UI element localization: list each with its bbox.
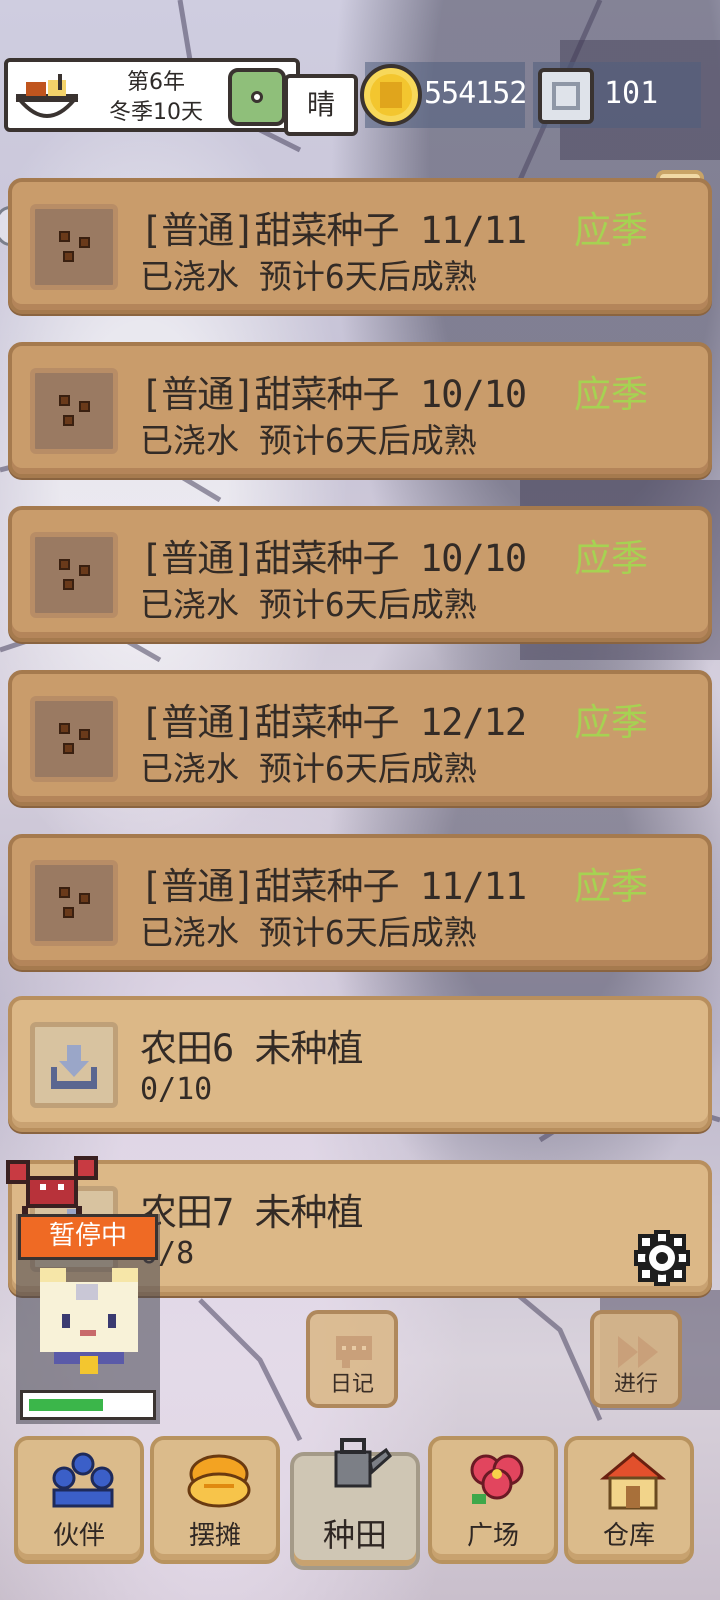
seed-slot bbox=[30, 696, 118, 782]
field-crop-name: [普通]甜菜种子 11/11 bbox=[140, 209, 527, 252]
beet-seed-icon bbox=[53, 883, 97, 927]
flower-icon bbox=[470, 1454, 524, 1504]
field-card[interactable]: [普通]甜菜种子 10/10 应季 已浇水 预计6天后成熟 bbox=[8, 506, 712, 642]
empty-field-card[interactable]: 农田6 未种植 0/10 bbox=[8, 996, 712, 1132]
seed-slot bbox=[30, 368, 118, 454]
field-label: 农田7 未种植 bbox=[140, 1191, 364, 1234]
field-card[interactable]: [普通]甜菜种子 12/12 应季 已浇水 预计6天后成熟 bbox=[8, 670, 712, 806]
field-crop-name: [普通]甜菜种子 10/10 bbox=[140, 537, 527, 580]
warehouse-icon bbox=[599, 1452, 667, 1510]
plant-download-icon bbox=[51, 1045, 97, 1089]
seed-slot bbox=[30, 860, 118, 946]
field-status: 已浇水 预计6天后成熟 bbox=[140, 585, 477, 624]
field-status: 已浇水 预计6天后成熟 bbox=[140, 749, 477, 788]
season-tag: 应季 bbox=[574, 537, 648, 580]
diary-label: 日记 bbox=[329, 1372, 374, 1397]
progress-fill bbox=[29, 1399, 103, 1411]
coin-count: 554152 bbox=[424, 76, 527, 111]
field-label: 农田6 未种植 bbox=[140, 1027, 364, 1070]
status-bar: 第6年 冬季10天 晴 554152 101 bbox=[0, 58, 720, 138]
watering-can-icon bbox=[334, 1438, 392, 1488]
coin-icon bbox=[360, 64, 422, 126]
bottom-nav: 伙伴 摆摊 种田 广场 仓库 bbox=[0, 1432, 720, 1600]
companion-progress-bar bbox=[20, 1390, 156, 1420]
gem-count: 101 bbox=[604, 76, 659, 111]
field-capacity: 0/10 bbox=[140, 1072, 213, 1107]
date-day: 冬季10天 bbox=[109, 100, 203, 125]
nav-label: 种田 bbox=[322, 1516, 387, 1554]
nav-partners[interactable]: 伙伴 bbox=[14, 1436, 144, 1564]
beet-seed-icon bbox=[53, 391, 97, 435]
beet-seed-icon bbox=[53, 719, 97, 763]
gear-icon[interactable] bbox=[634, 1230, 690, 1286]
paused-badge: 暂停中 bbox=[18, 1214, 158, 1260]
nav-label: 摆摊 bbox=[188, 1521, 241, 1551]
cat-companion-icon bbox=[40, 1268, 138, 1374]
season-tag: 应季 bbox=[574, 209, 648, 252]
field-status: 已浇水 预计6天后成熟 bbox=[140, 257, 477, 296]
field-card[interactable]: [普通]甜菜种子 11/11 应季 已浇水 预计6天后成熟 bbox=[8, 834, 712, 970]
field-crop-name: [普通]甜菜种子 12/12 bbox=[140, 701, 527, 744]
date-year: 第6年 bbox=[127, 70, 185, 95]
gem-icon bbox=[538, 68, 594, 124]
beet-seed-icon bbox=[53, 227, 97, 271]
nav-label: 广场 bbox=[466, 1521, 519, 1551]
field-crop-name: [普通]甜菜种子 11/11 bbox=[140, 865, 527, 908]
date-panel: 第6年 冬季10天 bbox=[4, 58, 300, 132]
bowl-icon bbox=[15, 74, 79, 118]
nav-farming[interactable]: 种田 bbox=[290, 1438, 420, 1570]
weather-label: 晴 bbox=[284, 74, 358, 136]
beet-seed-icon bbox=[53, 555, 97, 599]
nav-stall[interactable]: 摆摊 bbox=[150, 1436, 280, 1564]
diary-button[interactable]: 日记 bbox=[306, 1310, 398, 1408]
advance-button[interactable]: 进行 bbox=[590, 1310, 682, 1408]
nav-label: 伙伴 bbox=[52, 1521, 105, 1551]
seed-slot bbox=[30, 204, 118, 290]
field-crop-name: [普通]甜菜种子 10/10 bbox=[140, 373, 527, 416]
nav-warehouse[interactable]: 仓库 bbox=[564, 1436, 694, 1564]
season-tag: 应季 bbox=[574, 701, 648, 744]
field-card[interactable]: [普通]甜菜种子 10/10 应季 已浇水 预计6天后成熟 bbox=[8, 342, 712, 478]
field-card[interactable]: [普通]甜菜种子 11/11 应季 已浇水 预计6天后成熟 bbox=[8, 178, 712, 314]
stall-icon bbox=[187, 1454, 251, 1508]
time-toggle-button[interactable] bbox=[228, 68, 286, 126]
seed-slot bbox=[30, 532, 118, 618]
nav-plaza[interactable]: 广场 bbox=[428, 1436, 558, 1564]
plant-slot bbox=[30, 1022, 118, 1108]
field-status: 已浇水 预计6天后成熟 bbox=[140, 421, 477, 460]
partners-icon bbox=[52, 1452, 114, 1508]
season-tag: 应季 bbox=[574, 865, 648, 908]
field-status: 已浇水 预计6天后成熟 bbox=[140, 913, 477, 952]
advance-label: 进行 bbox=[613, 1372, 658, 1397]
nav-label: 仓库 bbox=[602, 1521, 655, 1551]
season-tag: 应季 bbox=[574, 373, 648, 416]
